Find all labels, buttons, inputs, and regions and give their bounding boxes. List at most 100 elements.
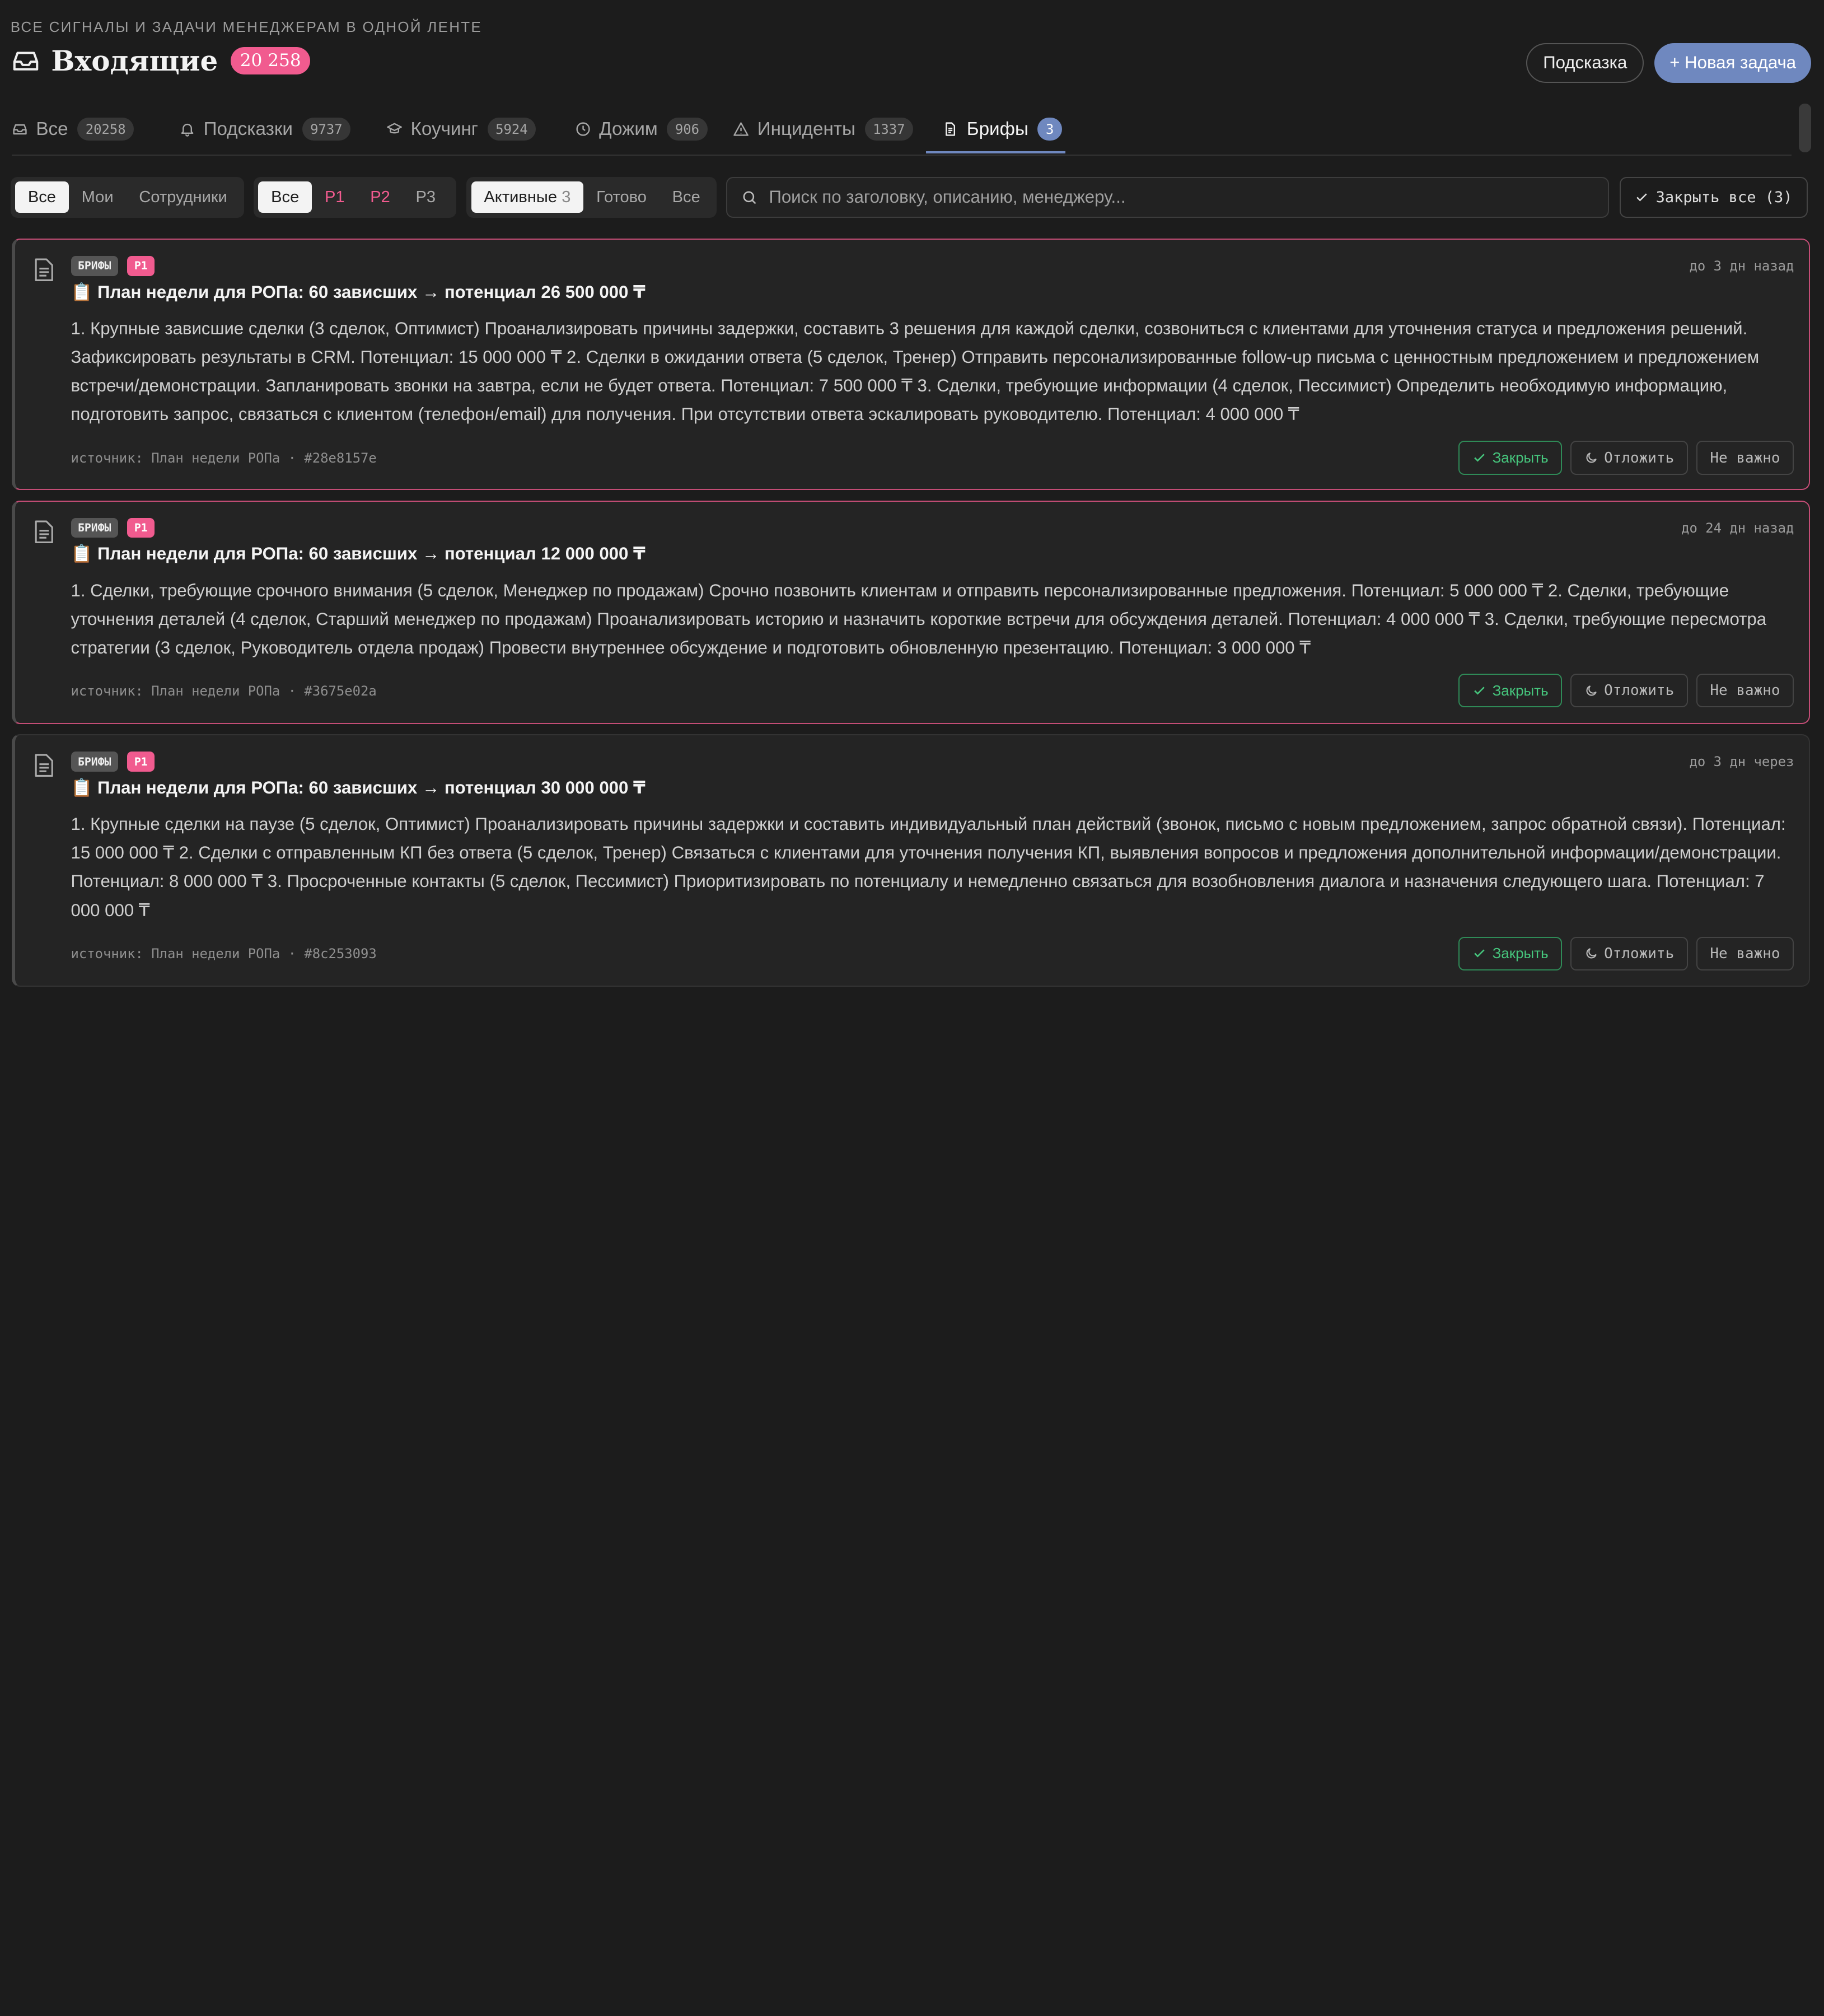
- search-box: [726, 176, 1609, 218]
- priority-p1-option[interactable]: P1: [312, 181, 357, 213]
- close-label: Закрыть: [1492, 945, 1549, 962]
- check-icon: [1474, 454, 1485, 462]
- tab-label: Брифы: [966, 118, 1028, 139]
- clock-icon: [576, 122, 590, 136]
- owner-filter: Все Мои Сотрудники: [10, 176, 245, 218]
- priority-p3-option[interactable]: P3: [403, 181, 448, 213]
- tab-bar: Все 20258 Подсказки 9737 Коучинг 5924 До…: [11, 102, 1792, 156]
- brief-card: БРИФЫ P1 до 3 дн назад 📋 План недели для…: [11, 238, 1811, 490]
- bell-icon: [181, 124, 194, 137]
- tab-push[interactable]: Дожим 906: [575, 102, 708, 156]
- not-important-button[interactable]: Не важно: [1696, 674, 1794, 708]
- card-body: 1. Сделки, требующие срочного внимания (…: [71, 580, 1767, 657]
- card-badges: БРИФЫ P1: [71, 517, 155, 538]
- card-title: 📋 План недели для РОПа: 60 зависших → по…: [71, 544, 646, 564]
- card-time: до 3 дн назад: [1689, 258, 1794, 274]
- brief-card: БРИФЫ P1 до 3 дн через 📋 План недели для…: [11, 734, 1811, 987]
- tab-count: 906: [667, 118, 708, 141]
- snooze-label: Отложить: [1604, 449, 1675, 466]
- priority-badge: P1: [127, 517, 155, 538]
- graduation-cap-icon: [387, 123, 402, 134]
- document-icon: [946, 122, 956, 136]
- priority-p2-option[interactable]: P2: [357, 181, 403, 213]
- snooze-button[interactable]: Отложить: [1570, 441, 1689, 475]
- snooze-label: Отложить: [1604, 945, 1675, 962]
- card-source: источник: План недели РОПа · #3675e02a: [71, 683, 377, 699]
- priority-badge: P1: [127, 752, 155, 772]
- card-time: до 24 дн назад: [1681, 520, 1794, 536]
- owner-mine-option[interactable]: Мои: [69, 181, 127, 213]
- card-title: 📋 План недели для РОПа: 60 зависших → по…: [71, 282, 646, 302]
- not-important-button[interactable]: Не важно: [1696, 441, 1794, 475]
- not-important-button[interactable]: Не важно: [1696, 936, 1794, 970]
- tabs-scrollbar[interactable]: [1798, 103, 1812, 153]
- tab-briefs[interactable]: Брифы 3: [942, 102, 1062, 156]
- status-active-label: Активные: [484, 188, 557, 206]
- moon-icon: [1586, 685, 1597, 696]
- tab-count: 3: [1037, 118, 1062, 141]
- status-active-count: 3: [562, 188, 571, 206]
- card-badges: БРИФЫ P1: [71, 752, 155, 772]
- card-body: 1. Крупные сделки на паузе (5 сделок, Оп…: [71, 814, 1786, 920]
- document-icon: [35, 258, 53, 282]
- document-icon: [35, 754, 53, 777]
- tab-count: 9737: [302, 118, 351, 141]
- tab-label: Все: [36, 118, 68, 139]
- page-eyebrow: ВСЕ СИГНАЛЫ И ЗАДАЧИ МЕНЕДЖЕРАМ В ОДНОЙ …: [10, 18, 483, 36]
- card-actions: Закрыть Отложить Не важно: [1458, 936, 1794, 970]
- moon-icon: [1586, 948, 1597, 959]
- tab-label: Подсказки: [203, 118, 293, 139]
- tab-all[interactable]: Все 20258: [12, 102, 134, 156]
- search-input[interactable]: [769, 187, 1608, 208]
- status-all-option[interactable]: Все: [660, 181, 713, 213]
- total-count-badge: 20 258: [231, 46, 311, 75]
- tab-count: 5924: [487, 118, 536, 141]
- tab-coaching[interactable]: Коучинг 5924: [386, 102, 536, 156]
- title-row: Входящие 20 258: [11, 44, 311, 77]
- warning-icon: [733, 122, 749, 136]
- priority-filter: Все P1 P2 P3: [254, 176, 456, 218]
- type-badge: БРИФЫ: [71, 256, 118, 276]
- snooze-button[interactable]: Отложить: [1570, 936, 1689, 970]
- hint-button[interactable]: Подсказка: [1526, 43, 1644, 83]
- card-time: до 3 дн через: [1689, 754, 1794, 770]
- page-title: Входящие: [51, 44, 218, 77]
- owner-all-option[interactable]: Все: [15, 181, 69, 213]
- status-active-option[interactable]: Активные 3: [471, 181, 584, 213]
- status-filter: Активные 3 Готово Все: [466, 176, 717, 218]
- card-badges: БРИФЫ P1: [71, 256, 155, 276]
- status-done-option[interactable]: Готово: [583, 181, 659, 213]
- close-label: Закрыть: [1492, 682, 1549, 699]
- priority-badge: P1: [127, 256, 155, 276]
- priority-all-option[interactable]: Все: [258, 181, 312, 213]
- active-tab-indicator: [926, 151, 1066, 154]
- tab-label: Дожим: [599, 118, 658, 139]
- check-icon: [1474, 949, 1485, 958]
- brief-card: БРИФЫ P1 до 24 дн назад 📋 План недели дл…: [11, 500, 1811, 724]
- inbox-icon: [13, 52, 38, 71]
- tab-label: Коучинг: [410, 118, 478, 139]
- tab-incidents[interactable]: Инциденты 1337: [733, 102, 914, 156]
- close-button[interactable]: Закрыть: [1458, 674, 1563, 708]
- type-badge: БРИФЫ: [71, 752, 118, 772]
- snooze-button[interactable]: Отложить: [1570, 674, 1689, 708]
- new-task-button[interactable]: + Новая задача: [1654, 43, 1812, 83]
- tab-label: Инциденты: [757, 118, 855, 139]
- card-actions: Закрыть Отложить Не важно: [1458, 674, 1794, 708]
- card-source: источник: План недели РОПа · #28e8157e: [71, 450, 377, 466]
- search-icon: [743, 191, 756, 204]
- tab-count: 1337: [864, 118, 914, 141]
- tab-count: 20258: [77, 118, 134, 141]
- document-icon: [35, 520, 53, 543]
- close-button[interactable]: Закрыть: [1458, 441, 1563, 475]
- close-button[interactable]: Закрыть: [1458, 936, 1563, 970]
- check-icon: [1636, 193, 1647, 202]
- tab-hints[interactable]: Подсказки 9737: [179, 102, 351, 156]
- type-badge: БРИФЫ: [71, 517, 118, 538]
- close-label: Закрыть: [1492, 449, 1549, 466]
- inbox-icon: [13, 124, 27, 135]
- close-all-button[interactable]: Закрыть все (3): [1619, 176, 1808, 218]
- owner-employees-option[interactable]: Сотрудники: [126, 181, 240, 213]
- moon-icon: [1586, 452, 1597, 463]
- card-source: источник: План недели РОПа · #8c253093: [71, 946, 377, 962]
